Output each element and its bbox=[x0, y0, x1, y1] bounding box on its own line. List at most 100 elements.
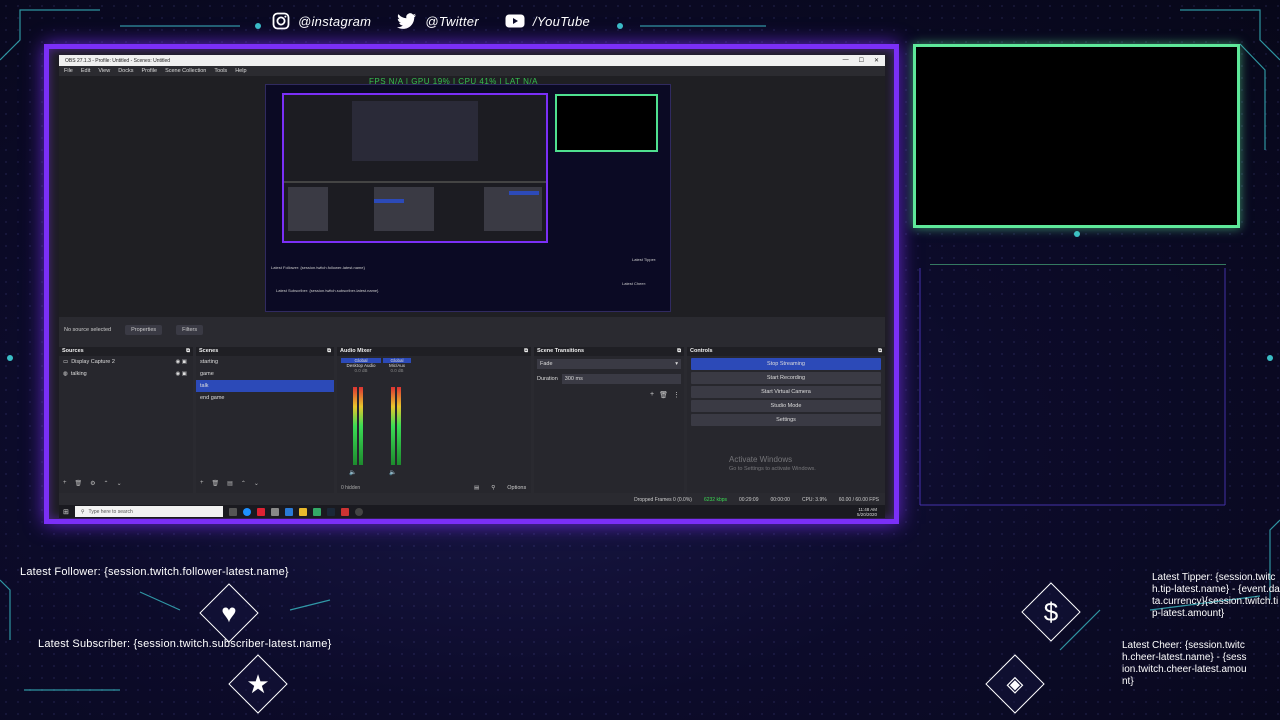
search-icon: ⚲ bbox=[80, 508, 85, 515]
filter-icon[interactable]: ⚲ bbox=[491, 485, 495, 491]
edge-icon[interactable] bbox=[242, 507, 251, 516]
mail-icon[interactable] bbox=[284, 507, 293, 516]
live-time: 00:29:09 bbox=[739, 497, 759, 503]
dock-menu-icon[interactable]: ⧉ bbox=[677, 348, 681, 355]
maximize-icon[interactable]: ☐ bbox=[859, 57, 864, 64]
hidden-count: 0 hidden bbox=[341, 485, 361, 491]
menu-edit[interactable]: Edit bbox=[81, 68, 90, 74]
filters-button[interactable]: Filters bbox=[176, 325, 204, 335]
bitrate: 6232 kbps bbox=[703, 497, 728, 503]
close-icon[interactable]: ✕ bbox=[874, 57, 879, 64]
instagram-label: @instagram bbox=[298, 13, 372, 29]
heart-icon: ♥ bbox=[221, 597, 237, 628]
obs-icon[interactable] bbox=[354, 507, 363, 516]
start-recording-button[interactable]: Start Recording bbox=[691, 372, 881, 384]
social-twitter[interactable]: @Twitter bbox=[397, 13, 479, 29]
menu-scene-collection[interactable]: Scene Collection bbox=[165, 68, 206, 74]
scene-item[interactable]: starting bbox=[196, 356, 334, 368]
menu-docks[interactable]: Docks bbox=[118, 68, 133, 74]
obs-preview[interactable]: FPS N/A | GPU 19% | CPU 41% | LAT N/A La… bbox=[59, 76, 885, 317]
clock-date: 5/20/2020 bbox=[856, 511, 877, 517]
scene-transitions-dock: Scene Transitions ⧉ Fade ▾ Duration 300 ms… bbox=[474, 347, 684, 493]
latest-subscriber-text: Latest Subscriber: {session.twitch.subsc… bbox=[38, 638, 332, 650]
sources-title: Sources bbox=[62, 348, 84, 354]
up-icon[interactable]: ⌃ bbox=[104, 480, 109, 487]
dock-menu-icon[interactable]: ⧉ bbox=[878, 348, 882, 355]
menu-help[interactable]: Help bbox=[235, 68, 246, 74]
dock-menu-icon[interactable]: ⧉ bbox=[524, 348, 528, 355]
scene-item[interactable]: end game bbox=[196, 392, 334, 404]
store-icon[interactable] bbox=[270, 507, 279, 516]
app-icon[interactable] bbox=[256, 507, 265, 516]
obs-statusbar: Dropped Frames 0 (0.0%) 6232 kbps 00:29:… bbox=[59, 495, 885, 505]
steam-icon[interactable] bbox=[326, 507, 335, 516]
down-icon[interactable]: ⌄ bbox=[254, 480, 259, 487]
speaker-icon[interactable]: 🔈 bbox=[349, 469, 356, 476]
up-icon[interactable]: ⌃ bbox=[241, 480, 246, 487]
obs-source-toolbar: No source selected Properties Filters bbox=[59, 321, 885, 339]
remove-scene-icon[interactable]: 🗑 bbox=[212, 480, 220, 487]
vu-meter-mic bbox=[397, 387, 401, 465]
add-transition-icon[interactable]: + bbox=[650, 391, 654, 399]
controls-title: Controls bbox=[690, 348, 713, 354]
dock-menu-icon[interactable]: ⧉ bbox=[186, 348, 190, 355]
source-item-label: talking bbox=[70, 371, 87, 377]
obs-titlebar: OBS 27.1.3 - Profile: Untitled - Scenes:… bbox=[59, 55, 885, 66]
stats-icon[interactable]: ▤ bbox=[474, 485, 479, 491]
start-virtual-camera-button[interactable]: Start Virtual Camera bbox=[691, 386, 881, 398]
scene-filter-icon[interactable]: ▤ bbox=[227, 480, 233, 487]
remove-source-icon[interactable]: 🗑 bbox=[75, 480, 83, 487]
chevron-down-icon: ▾ bbox=[675, 361, 678, 367]
down-icon[interactable]: ⌄ bbox=[117, 480, 122, 487]
chat-area bbox=[930, 264, 1226, 510]
menu-tools[interactable]: Tools bbox=[214, 68, 227, 74]
options-button[interactable]: Options bbox=[507, 485, 526, 491]
windows-start-icon[interactable]: ⊞ bbox=[63, 508, 69, 516]
scene-item-selected[interactable]: talk bbox=[196, 380, 334, 392]
subscriber-badge: ★ bbox=[228, 654, 288, 714]
obs-window-title: OBS 27.1.3 - Profile: Untitled - Scenes:… bbox=[65, 57, 171, 64]
minimize-icon[interactable]: — bbox=[843, 57, 849, 64]
task-view-icon[interactable] bbox=[228, 507, 237, 516]
dock-menu-icon[interactable]: ⧉ bbox=[327, 348, 331, 355]
dollar-icon: $ bbox=[1043, 596, 1059, 627]
scene-item[interactable]: game bbox=[196, 368, 334, 380]
gem-icon: ◈ bbox=[1006, 671, 1024, 696]
visibility-icon[interactable]: ◉ ▣ bbox=[175, 359, 187, 365]
social-instagram[interactable]: @instagram bbox=[272, 12, 371, 30]
stop-streaming-button[interactable]: Stop Streaming bbox=[691, 358, 881, 370]
audio-mixer-dock: Audio Mixer ⧉ Global Desktop Audio 0.0 dB… bbox=[337, 347, 531, 493]
social-bar: @instagram @Twitter /YouTube bbox=[272, 12, 590, 30]
app-icon[interactable] bbox=[340, 507, 349, 516]
obs-window: OBS 27.1.3 - Profile: Untitled - Scenes:… bbox=[59, 55, 885, 518]
webcam-frame bbox=[913, 44, 1240, 228]
gear-icon[interactable]: ⚙ bbox=[90, 480, 95, 487]
source-item[interactable]: ▭ Display Capture 2 ◉ ▣ bbox=[59, 356, 193, 368]
add-source-icon[interactable]: + bbox=[63, 480, 67, 487]
properties-button[interactable]: Properties bbox=[125, 325, 163, 335]
folder-icon[interactable] bbox=[298, 507, 307, 516]
taskbar-search-placeholder: Type here to search bbox=[88, 508, 133, 515]
studio-mode-button[interactable]: Studio Mode bbox=[691, 400, 881, 412]
twitter-icon bbox=[397, 13, 417, 29]
app-icon[interactable] bbox=[312, 507, 321, 516]
add-scene-icon[interactable]: + bbox=[200, 480, 204, 487]
taskbar-search[interactable]: ⚲ Type here to search bbox=[74, 506, 223, 517]
settings-button[interactable]: Settings bbox=[691, 414, 881, 426]
menu-view[interactable]: View bbox=[98, 68, 110, 74]
menu-profile[interactable]: Profile bbox=[141, 68, 157, 74]
latest-tipper-text: Latest Tipper: {session.twitch.tip-lates… bbox=[1152, 572, 1280, 619]
more-icon[interactable]: ⋮ bbox=[673, 391, 680, 399]
transition-select[interactable]: Fade ▾ bbox=[537, 359, 681, 369]
speaker-icon[interactable]: 🔈 bbox=[389, 469, 396, 476]
screen-capture-frame: OBS 27.1.3 - Profile: Untitled - Scenes:… bbox=[44, 44, 899, 524]
visibility-icon[interactable]: ◉ ▣ bbox=[175, 371, 187, 377]
instagram-icon bbox=[272, 12, 290, 30]
source-item[interactable]: ◍ talking ◉ ▣ bbox=[59, 368, 193, 380]
camera-icon: ◍ bbox=[63, 371, 68, 377]
social-youtube[interactable]: /YouTube bbox=[505, 14, 590, 29]
youtube-icon bbox=[505, 14, 525, 28]
remove-transition-icon[interactable]: 🗑 bbox=[659, 391, 668, 399]
duration-input[interactable]: 300 ms bbox=[561, 374, 681, 384]
menu-file[interactable]: File bbox=[64, 68, 73, 74]
